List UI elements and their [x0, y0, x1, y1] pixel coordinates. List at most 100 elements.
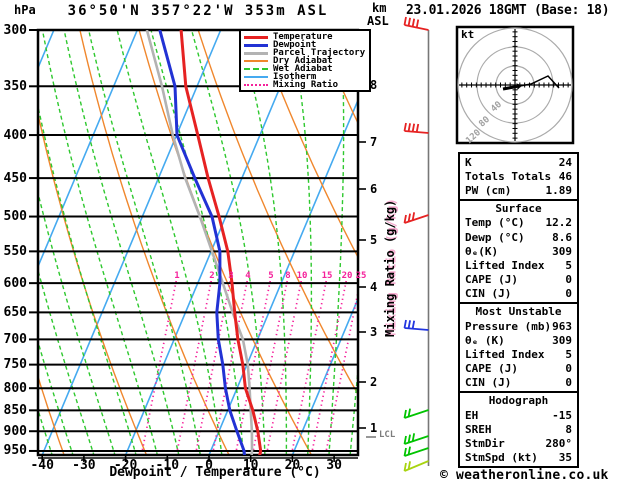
- watermark: © weatheronline.co.uk: [440, 469, 609, 483]
- wind-barb-icon: [405, 447, 429, 456]
- pressure-tick-label: 350: [2, 80, 27, 93]
- dewpoint-curve: [160, 30, 245, 456]
- table-row-label: CIN (J): [465, 376, 565, 389]
- table-row-label: Totals Totals: [465, 170, 559, 183]
- table-row-value: 0: [565, 362, 572, 375]
- mixing-ratio-value-label: 25: [351, 272, 371, 281]
- km-tick-label: 7: [370, 136, 377, 148]
- table-row-label: SREH: [465, 423, 565, 436]
- table-row-value: 309: [552, 334, 572, 347]
- pressure-tick-label: 400: [2, 129, 27, 142]
- table-section: Most UnstablePressure (mb)963θₑ (K)309Li…: [460, 302, 577, 391]
- mixing-ratio-line: [177, 281, 211, 453]
- wet-adiabat-line: [117, 30, 224, 470]
- temperature-tick-label: -20: [106, 459, 146, 472]
- mixing-ratio-value-label: 10: [292, 272, 312, 281]
- isotherm-line: [292, 30, 471, 455]
- table-row: Dewp (°C)8.6: [460, 230, 577, 244]
- table-row-label: StmDir: [465, 437, 546, 450]
- temperature-tick-label: 10: [231, 459, 271, 472]
- table-row-label: Pressure (mb): [465, 320, 552, 333]
- km-tick-label: 5: [370, 234, 377, 246]
- table-row-value: 5: [565, 348, 572, 361]
- mixing-ratio-line: [142, 281, 176, 453]
- legend-swatch-icon: [244, 76, 268, 78]
- page-title: 36°50'N 357°22'W 353m ASL: [38, 4, 358, 19]
- table-row-label: CAPE (J): [465, 362, 565, 375]
- wet-adiabat-line: [23, 30, 140, 470]
- table-row-label: CAPE (J): [465, 273, 565, 286]
- table-row: SREH8: [460, 422, 577, 436]
- wind-barb-icon: [405, 433, 429, 444]
- table-row: PW (cm)1.89: [460, 183, 577, 197]
- legend-swatch-icon: [244, 36, 268, 39]
- table-row: StmSpd (kt)35: [460, 451, 577, 465]
- km-tick-label: 3: [370, 326, 377, 338]
- table-section-header: Surface: [460, 202, 577, 216]
- table-row-value: 46: [559, 170, 572, 183]
- pressure-unit-label: hPa: [14, 4, 36, 17]
- wind-barb-icon: [405, 212, 429, 223]
- table-section: SurfaceTemp (°C)12.2Dewp (°C)8.6θₑ(K)309…: [460, 199, 577, 302]
- table-row: CIN (J)0: [460, 287, 577, 301]
- legend-swatch-icon: [244, 52, 268, 55]
- legend-swatch-icon: [244, 44, 268, 47]
- wet-adiabat-line: [391, 30, 450, 470]
- table-row-label: Dewp (°C): [465, 231, 552, 244]
- table-row-value: 0: [565, 273, 572, 286]
- table-row: EH-15: [460, 408, 577, 422]
- legend-swatch-icon: [244, 68, 268, 70]
- pressure-tick-label: 850: [2, 404, 27, 417]
- table-row-value: 309: [552, 245, 572, 258]
- mixing-ratio-axis-label: Mixing Ratio (g/kg): [384, 207, 398, 337]
- temperature-tick-label: 0: [189, 459, 229, 472]
- pressure-tick-label: 700: [2, 333, 27, 346]
- altitude-unit-label-km: km: [372, 2, 386, 15]
- km-tick-label: 4: [370, 281, 377, 293]
- table-row: CAPE (J)0: [460, 362, 577, 376]
- altitude-unit-label-asl: ASL: [367, 15, 389, 28]
- wind-barb-icon: [405, 320, 429, 330]
- table-row-label: PW (cm): [465, 184, 546, 197]
- table-row-value: -15: [552, 409, 572, 422]
- wet-adiabat-line: [328, 30, 344, 470]
- temperature-tick-label: -10: [147, 459, 187, 472]
- wind-barb-icon: [405, 17, 429, 30]
- table-row: Temp (°C)12.2: [460, 216, 577, 230]
- wind-barb-icon: [405, 461, 429, 471]
- table-row-value: 12.2: [546, 216, 573, 229]
- table-row-value: 35: [559, 451, 572, 464]
- chart-legend: TemperatureDewpointParcel TrajectoryDry …: [239, 29, 371, 92]
- km-tick-label: 8: [370, 79, 377, 91]
- table-row: Pressure (mb)963: [460, 319, 577, 333]
- pressure-tick-label: 650: [2, 306, 27, 319]
- legend-swatch-icon: [244, 84, 268, 86]
- pressure-tick-label: 500: [2, 210, 27, 223]
- table-row-value: 5: [565, 259, 572, 272]
- table-row: Totals Totals46: [460, 169, 577, 183]
- wet-adiabat-line: [89, 30, 203, 470]
- table-row: CAPE (J)0: [460, 273, 577, 287]
- table-row: Lifted Index5: [460, 347, 577, 361]
- table-row-value: 8.6: [552, 231, 572, 244]
- legend-item: Mixing Ratio: [244, 81, 366, 89]
- isotherm-line: [209, 30, 388, 455]
- table-row-value: 0: [565, 287, 572, 300]
- temperature-tick-label: 30: [314, 459, 354, 472]
- mixing-ratio-value-label: 1: [167, 272, 187, 281]
- table-row: CIN (J)0: [460, 376, 577, 390]
- temperature-tick-label: -30: [64, 459, 104, 472]
- legend-item-label: Mixing Ratio: [273, 80, 338, 90]
- table-row-value: 963: [552, 320, 572, 333]
- temperature-tick-label: -40: [22, 459, 62, 472]
- km-tick-label: 2: [370, 376, 377, 388]
- table-section: HodographEH-15SREH8StmDir280°StmSpd (kt)…: [460, 391, 577, 466]
- table-row-value: 280°: [546, 437, 573, 450]
- pressure-tick-label: 950: [2, 444, 27, 457]
- mixing-ratio-value-label: 4: [238, 272, 258, 281]
- table-row-label: Lifted Index: [465, 259, 565, 272]
- pressure-tick-label: 900: [2, 425, 27, 438]
- km-tick-label: 6: [370, 183, 377, 195]
- table-row-value: 1.89: [546, 184, 573, 197]
- mixing-ratio-value-label: 15: [317, 272, 337, 281]
